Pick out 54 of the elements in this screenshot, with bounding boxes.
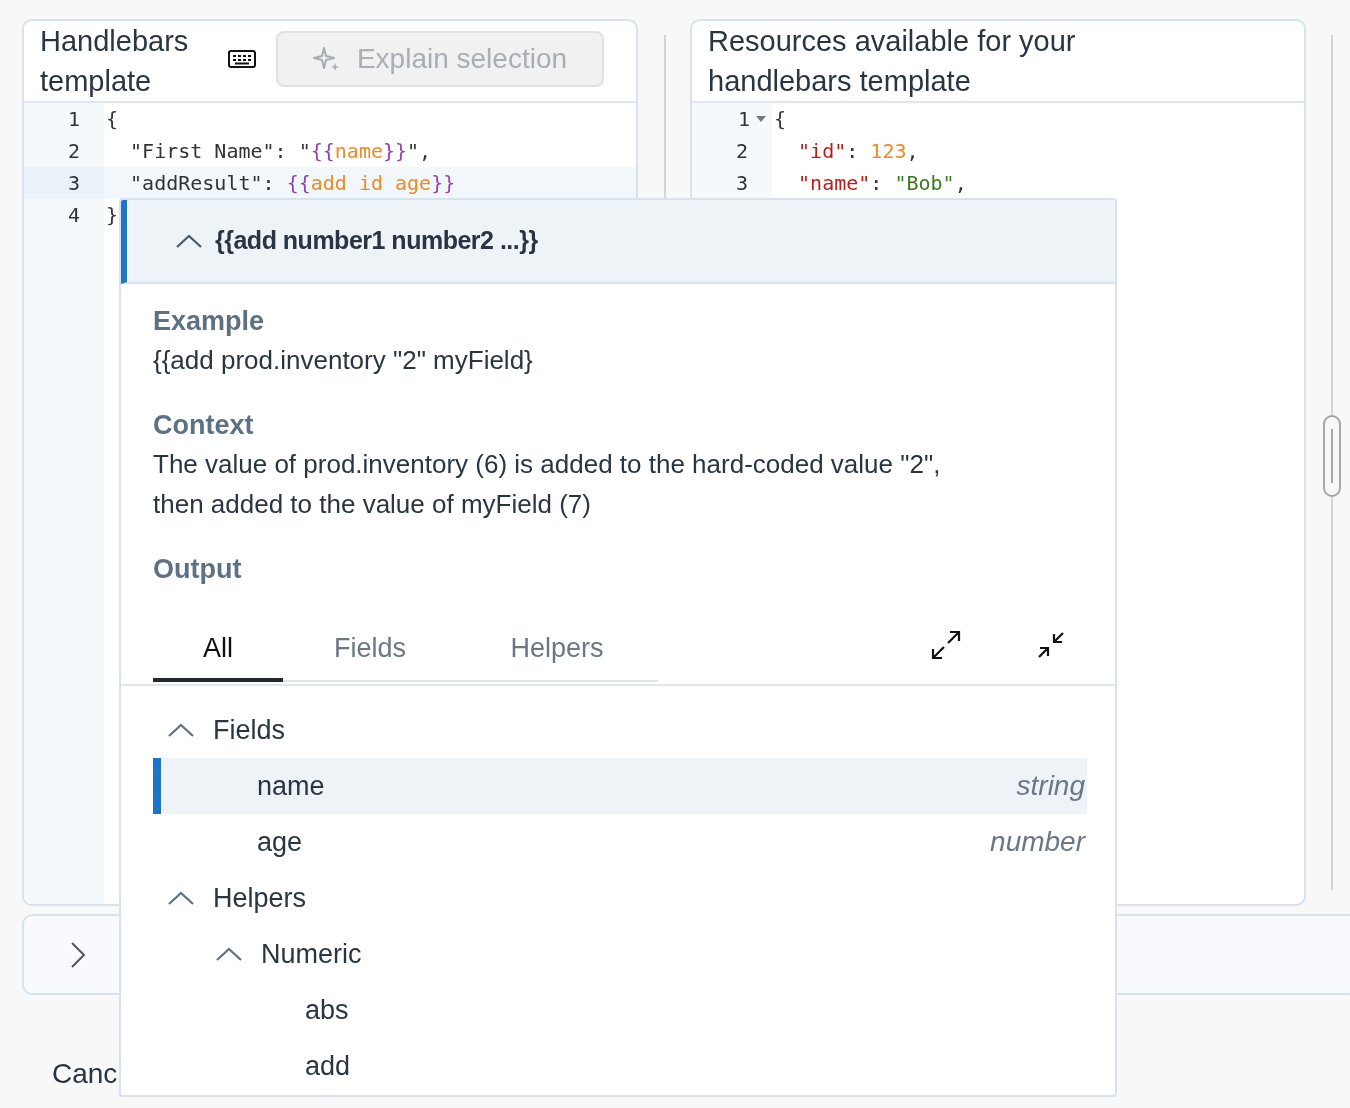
code-line: "addResult": {{add id age}} xyxy=(129,170,456,197)
tree-item[interactable]: Helpers xyxy=(153,870,1087,926)
chevron-up-icon[interactable] xyxy=(175,233,203,249)
tree-item[interactable]: name string xyxy=(153,758,1087,814)
chevron-up-icon[interactable] xyxy=(167,722,195,738)
tree-item[interactable]: Numeric xyxy=(153,926,1087,982)
section-heading: Output xyxy=(153,553,243,586)
sparkle-icon xyxy=(312,45,341,73)
tree-label: add xyxy=(305,1049,351,1083)
keyboard-icon[interactable] xyxy=(228,50,256,68)
tree-label: name xyxy=(257,769,325,803)
section-text: The value of prod.inventory (6) is added to the hard-coded value "2", then added to the value of myField (7) xyxy=(153,448,942,521)
tree-label: Numeric xyxy=(261,937,362,971)
code-line: { xyxy=(106,106,119,133)
type-label: number xyxy=(990,825,1085,859)
line-number: 1 xyxy=(737,106,750,133)
line-number: 2 xyxy=(735,138,748,165)
expand-icon[interactable] xyxy=(931,630,961,660)
code-line: "name": "Bob", xyxy=(797,170,967,197)
line-number: 1 xyxy=(67,106,80,133)
collapse-icon[interactable] xyxy=(1036,630,1066,660)
line-number: 4 xyxy=(67,202,80,229)
cancel-button[interactable]: Canc xyxy=(52,1056,118,1092)
tree-item[interactable]: Fields xyxy=(153,702,1087,758)
code-line: "id": 123, xyxy=(797,138,919,165)
line-number: 3 xyxy=(67,170,80,197)
tab[interactable]: Fields xyxy=(283,618,457,682)
section-text: {{add prod.inventory "2" myField} xyxy=(153,344,534,377)
line-number: 3 xyxy=(735,170,748,197)
code-line: { xyxy=(774,106,787,133)
chevron-up-icon[interactable] xyxy=(215,946,243,962)
code-line: "First Name": "{{name}}", xyxy=(129,138,432,165)
tree-item[interactable]: add xyxy=(153,1038,1087,1094)
line-number: 2 xyxy=(67,138,80,165)
tree-label: age xyxy=(257,825,303,859)
helper-signature: {{add number1 number2 ...}} xyxy=(215,225,538,257)
tree-label: abs xyxy=(305,993,349,1027)
tree-label: Fields xyxy=(213,713,286,747)
fold-caret-icon[interactable] xyxy=(756,116,766,122)
section-heading: Example xyxy=(153,305,266,338)
chevron-up-icon[interactable] xyxy=(167,890,195,906)
panel-title: Handlebars template xyxy=(39,24,190,99)
panel-title: Resources available for your handlebars template xyxy=(707,24,1077,99)
chevron-icon[interactable] xyxy=(70,940,86,969)
scrollbar-thumb[interactable] xyxy=(1323,415,1341,497)
section-heading: Context xyxy=(153,409,255,442)
tree-label: Helpers xyxy=(213,881,307,915)
code-line: } xyxy=(106,202,119,229)
tab[interactable]: Helpers xyxy=(457,618,657,682)
tab[interactable]: All xyxy=(153,618,283,682)
type-label: string xyxy=(1016,769,1085,803)
tree-item[interactable]: abs xyxy=(153,982,1087,1038)
popup-header[interactable]: {{add number1 number2 ...}} xyxy=(121,200,1115,284)
tree-item[interactable]: age number xyxy=(153,814,1087,870)
